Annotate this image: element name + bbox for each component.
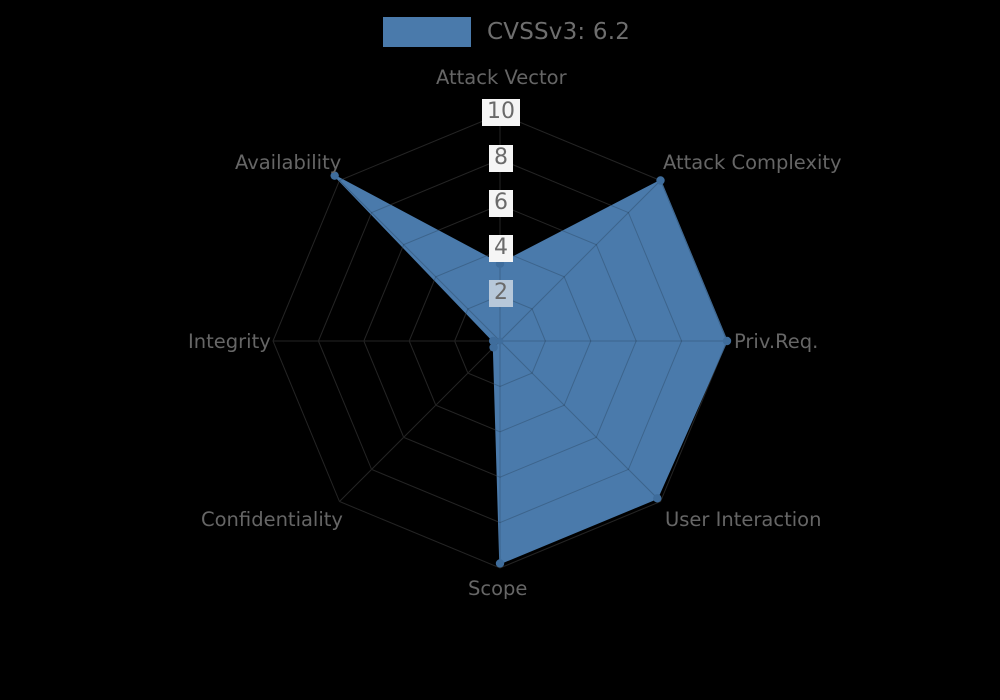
radar-data-point <box>656 176 665 185</box>
tick-label-10: 10 <box>482 99 520 127</box>
axis-label-scope: Scope <box>468 577 528 600</box>
radar-data-point <box>495 559 505 568</box>
axis-label-integrity: Integrity <box>188 330 271 353</box>
chart-canvas: CVSSv3: 6.2 Attack Vector Attack Complex… <box>0 0 1000 700</box>
axis-label-attack-complexity: Attack Complexity <box>663 151 842 174</box>
tick-label-8: 8 <box>489 145 513 173</box>
radar-center-hub <box>496 337 504 345</box>
radar-data-point <box>653 494 662 503</box>
tick-label-4: 4 <box>489 235 513 263</box>
axis-label-user-interaction: User Interaction <box>665 508 822 531</box>
radar-data-point <box>722 336 732 346</box>
axis-label-confidentiality: Confidentiality <box>201 508 343 531</box>
radar-data-point <box>488 336 498 346</box>
tick-label-2: 2 <box>489 280 513 308</box>
axis-label-attack-vector: Attack Vector <box>436 66 567 89</box>
axis-label-availability: Availability <box>235 151 342 174</box>
tick-label-6: 6 <box>489 190 513 218</box>
axis-label-priv-req: Priv.Req. <box>734 330 819 353</box>
